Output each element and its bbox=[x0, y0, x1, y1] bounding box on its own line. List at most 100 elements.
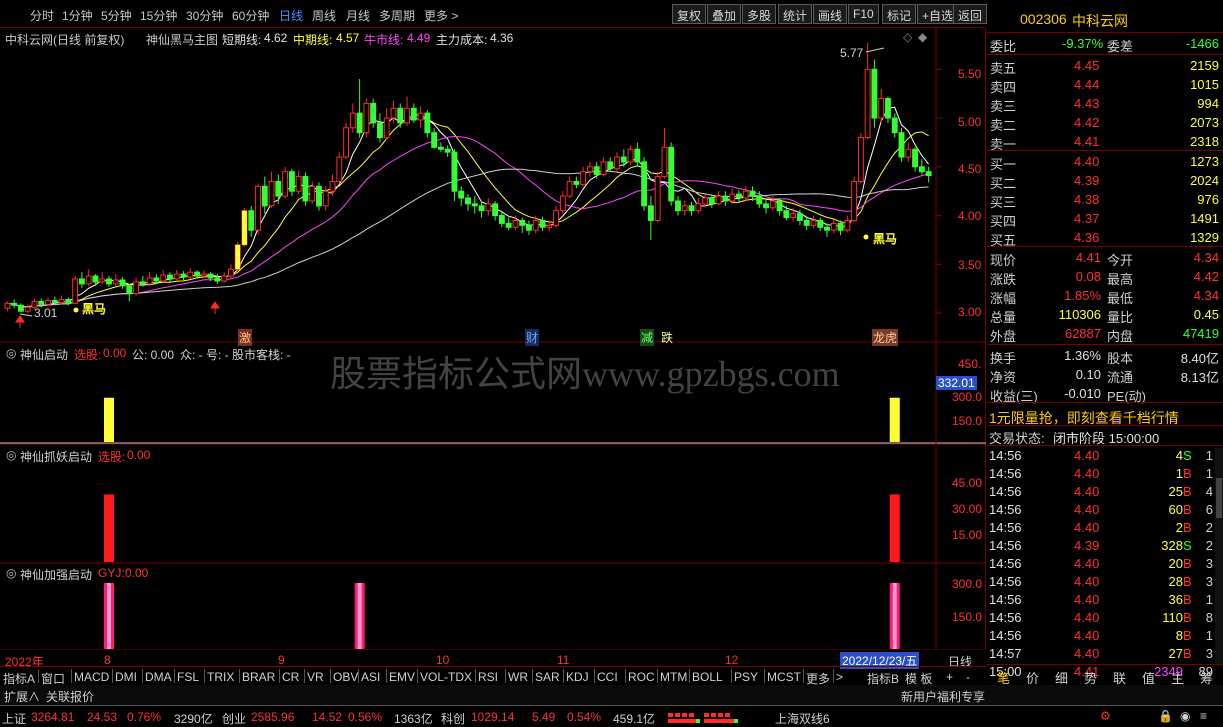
indicator-tab-8[interactable]: CR bbox=[282, 670, 299, 684]
diamond-filled-icon[interactable]: ◆ bbox=[918, 30, 927, 44]
indicator-tab-13[interactable]: VOL-TDX bbox=[420, 670, 472, 684]
period-30min[interactable]: 30分钟 bbox=[186, 7, 223, 24]
indicator-tab-3[interactable]: DMI bbox=[115, 670, 137, 684]
indicator-tab-18[interactable]: CCI bbox=[597, 670, 618, 684]
candle-body bbox=[864, 68, 871, 139]
indicator-tab-22[interactable]: PSY bbox=[734, 670, 758, 684]
lock-icon[interactable]: 🔒 bbox=[1158, 709, 1173, 723]
period-15min[interactable]: 15分钟 bbox=[140, 7, 177, 24]
candle-body bbox=[546, 224, 553, 228]
candle-body bbox=[309, 185, 316, 202]
bid-row[interactable]: 买五 4.36 1329 bbox=[987, 228, 1223, 248]
indicator-tab-21[interactable]: BOLL bbox=[692, 670, 723, 684]
indicator-tab-23[interactable]: MCST bbox=[767, 670, 801, 684]
up-arrow-icon bbox=[15, 315, 25, 328]
settings-icon[interactable]: ≡ bbox=[1200, 709, 1207, 723]
period-daily[interactable]: 日线 bbox=[279, 7, 303, 24]
indicator-tab-right-3[interactable]: - bbox=[966, 670, 970, 684]
indicator-tab-right-2[interactable]: + bbox=[946, 670, 953, 684]
candle-body bbox=[573, 180, 580, 185]
tick-count: 4 bbox=[1205, 484, 1213, 499]
f10-button[interactable]: F10 bbox=[848, 4, 879, 24]
back-button[interactable]: 返回 bbox=[953, 4, 988, 24]
ask-row[interactable]: 卖三 4.43 994 bbox=[987, 94, 1223, 114]
stat-value-2: 4.42 bbox=[1193, 269, 1219, 284]
pane2-arrow-icon[interactable]: ◎ bbox=[6, 448, 16, 462]
period-monthly[interactable]: 月线 bbox=[346, 7, 370, 24]
indicator-tab-20[interactable]: MTM bbox=[660, 670, 687, 684]
bid-row[interactable]: 买二 4.39 2024 bbox=[987, 171, 1223, 191]
event-ji[interactable]: 激 bbox=[238, 329, 253, 346]
bid-row[interactable]: 买三 4.38 976 bbox=[987, 190, 1223, 210]
tab-divider bbox=[532, 669, 533, 683]
period-5min[interactable]: 5分钟 bbox=[101, 7, 132, 24]
candle-body bbox=[742, 190, 749, 199]
indicator-tab-19[interactable]: ROC bbox=[628, 670, 655, 684]
add-watchlist-button[interactable]: +自选 bbox=[917, 4, 959, 24]
kline-chart-svg[interactable] bbox=[0, 28, 986, 650]
tick-direction: B bbox=[1183, 592, 1192, 607]
new-user-promo[interactable]: 新用户福利专享 bbox=[901, 688, 985, 705]
indicator-tab-12[interactable]: EMV bbox=[389, 670, 415, 684]
alert-icon[interactable]: ⚙ bbox=[1100, 709, 1111, 723]
indicator-tab-16[interactable]: SAR bbox=[535, 670, 560, 684]
stats-button[interactable]: 统计 bbox=[778, 4, 813, 24]
ask-row[interactable]: 卖二 4.42 2073 bbox=[987, 113, 1223, 133]
candle-body bbox=[160, 274, 167, 282]
indicator-tab-17[interactable]: KDJ bbox=[566, 670, 589, 684]
multi-stock-button[interactable]: 多股 bbox=[742, 4, 777, 24]
diamond-icon[interactable]: ◇ bbox=[903, 30, 912, 44]
indicator-tab-11[interactable]: ASI bbox=[361, 670, 380, 684]
indicator-tab-4[interactable]: DMA bbox=[145, 670, 172, 684]
pane1-title[interactable]: 神仙启动 bbox=[20, 346, 68, 363]
candle-body bbox=[905, 148, 912, 158]
indicator-tab-15[interactable]: WR bbox=[508, 670, 528, 684]
candle-body bbox=[99, 278, 106, 283]
period-fenshi[interactable]: 分时 bbox=[30, 7, 54, 24]
indicator-tab-6[interactable]: TRIX bbox=[207, 670, 234, 684]
draw-line-button[interactable]: 画线 bbox=[813, 4, 848, 24]
indicator-tab-25[interactable]: > bbox=[836, 670, 843, 684]
indicator-tab-5[interactable]: FSL bbox=[177, 670, 199, 684]
indicator-tab-10[interactable]: OBV bbox=[333, 670, 358, 684]
period-multi[interactable]: 多周期 bbox=[379, 7, 415, 24]
user-icon[interactable]: ◉ bbox=[1180, 709, 1190, 723]
period-1min[interactable]: 1分钟 bbox=[62, 7, 93, 24]
tick-scrollbar[interactable] bbox=[1215, 448, 1223, 664]
indicator-tab-2[interactable]: MACD bbox=[74, 670, 109, 684]
bid-row[interactable]: 买四 4.37 1491 bbox=[987, 209, 1223, 229]
ask-row[interactable]: 卖五 4.45 2159 bbox=[987, 56, 1223, 76]
period-weekly[interactable]: 周线 bbox=[312, 7, 336, 24]
ask-row[interactable]: 卖四 4.44 1015 bbox=[987, 75, 1223, 95]
indicator-tab-9[interactable]: VR bbox=[307, 670, 324, 684]
indicator-tab-14[interactable]: RSI bbox=[478, 670, 498, 684]
event-die[interactable]: 跌 bbox=[661, 329, 673, 346]
expand-button[interactable]: 扩展∧ bbox=[4, 688, 40, 705]
pane3-title[interactable]: 神仙加强启动 bbox=[20, 566, 92, 583]
tick-price: 4.39 bbox=[1074, 538, 1100, 553]
fuquan-button[interactable]: 复权 bbox=[672, 4, 707, 24]
candle-body bbox=[207, 273, 214, 279]
indicator-name[interactable]: 神仙黑马主图 bbox=[146, 31, 218, 48]
pane1-arrow-icon[interactable]: ◎ bbox=[6, 346, 16, 360]
candle-body bbox=[614, 156, 620, 170]
event-jian[interactable]: 减 bbox=[640, 329, 655, 346]
related-quote-tab[interactable]: 关联报价 bbox=[46, 688, 94, 705]
event-cai[interactable]: 财 bbox=[525, 329, 540, 346]
event-longhu[interactable]: 龙虎 bbox=[872, 329, 899, 346]
tick-count: 2 bbox=[1205, 538, 1213, 553]
pane2-title[interactable]: 神仙抓妖启动 bbox=[20, 448, 92, 465]
pane3-arrow-icon[interactable]: ◎ bbox=[6, 566, 16, 580]
period-60min[interactable]: 60分钟 bbox=[232, 7, 269, 24]
ask-row[interactable]: 卖一 4.41 2318 bbox=[987, 132, 1223, 152]
tab-divider bbox=[594, 669, 595, 683]
ask-price: 4.41 bbox=[1074, 134, 1100, 149]
mark-button[interactable]: 标记 bbox=[882, 4, 917, 24]
tab-divider bbox=[833, 669, 834, 683]
candle-body bbox=[295, 176, 302, 192]
overlay-button[interactable]: 叠加 bbox=[707, 4, 742, 24]
kline-chart-area[interactable]: 中科云网(日线 前复权) 神仙黑马主图 短期线: 4.62 中期线: 4.57 … bbox=[0, 28, 986, 669]
period-more[interactable]: 更多 > bbox=[424, 7, 458, 24]
bid-row[interactable]: 买一 4.40 1273 bbox=[987, 152, 1223, 172]
indicator-tab-7[interactable]: BRAR bbox=[242, 670, 275, 684]
